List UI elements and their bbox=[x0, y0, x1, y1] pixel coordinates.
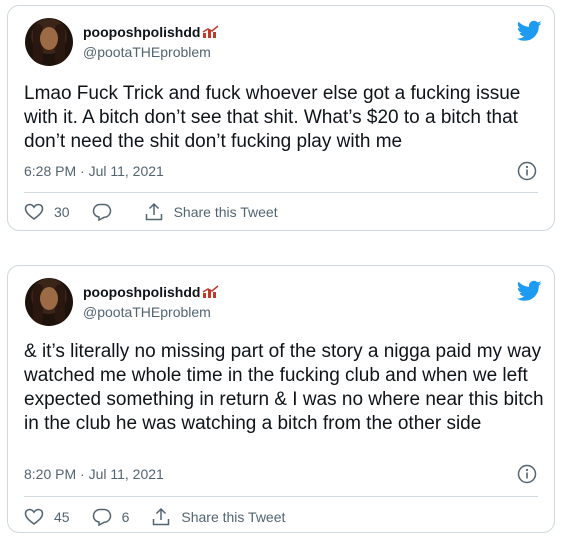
action-bar: 30 Share this Tweet bbox=[24, 202, 300, 222]
like-button[interactable]: 45 bbox=[24, 507, 70, 527]
nail-polish-emoji bbox=[203, 25, 219, 38]
reply-count: 6 bbox=[121, 509, 130, 525]
display-name[interactable]: pooposhpolishdd bbox=[83, 283, 200, 301]
like-count: 45 bbox=[54, 509, 70, 525]
nail-polish-emoji bbox=[203, 285, 219, 298]
share-label: Share this Tweet bbox=[181, 509, 286, 525]
reply-icon bbox=[92, 508, 111, 527]
like-button[interactable]: 30 bbox=[24, 202, 70, 222]
like-count: 30 bbox=[54, 204, 70, 220]
share-label: Share this Tweet bbox=[173, 204, 278, 220]
reply-button[interactable]: 6 bbox=[92, 507, 130, 527]
divider bbox=[24, 192, 538, 193]
twitter-bird-icon[interactable] bbox=[517, 280, 542, 302]
info-icon[interactable] bbox=[517, 161, 537, 181]
display-name-row[interactable]: pooposhpolishdd bbox=[83, 283, 220, 301]
tweet-text: & it’s literally no missing part of the … bbox=[24, 341, 544, 434]
tweet-text: Lmao Fuck Trick and fuck whoever else go… bbox=[24, 83, 521, 152]
display-name[interactable]: pooposhpolishdd bbox=[83, 23, 200, 41]
timestamp[interactable]: 6:28 PM · Jul 11, 2021 bbox=[24, 163, 164, 179]
action-bar: 45 6 Share this Tweet bbox=[24, 507, 307, 527]
display-name-row[interactable]: pooposhpolishdd bbox=[83, 23, 220, 41]
share-icon bbox=[153, 507, 170, 526]
info-icon[interactable] bbox=[517, 464, 537, 484]
share-button[interactable]: Share this Tweet bbox=[144, 202, 278, 222]
tweet-card[interactable]: pooposhpolishdd @pootaTHEproblem & it’s … bbox=[7, 265, 555, 533]
heart-icon bbox=[24, 508, 44, 525]
divider bbox=[24, 496, 538, 497]
heart-icon bbox=[24, 203, 44, 220]
avatar[interactable] bbox=[25, 18, 73, 66]
share-button[interactable]: Share this Tweet bbox=[151, 507, 285, 527]
tweet-card[interactable]: pooposhpolishdd @pootaTHEproblem Lmao Fu… bbox=[7, 5, 555, 231]
twitter-bird-icon[interactable] bbox=[517, 20, 542, 42]
reply-button[interactable] bbox=[92, 202, 122, 222]
share-icon bbox=[145, 202, 162, 221]
handle[interactable]: @pootaTHEproblem bbox=[83, 303, 220, 321]
avatar[interactable] bbox=[25, 278, 73, 326]
handle[interactable]: @pootaTHEproblem bbox=[83, 43, 220, 61]
reply-icon bbox=[92, 203, 111, 222]
timestamp[interactable]: 8:20 PM · Jul 11, 2021 bbox=[24, 466, 164, 482]
